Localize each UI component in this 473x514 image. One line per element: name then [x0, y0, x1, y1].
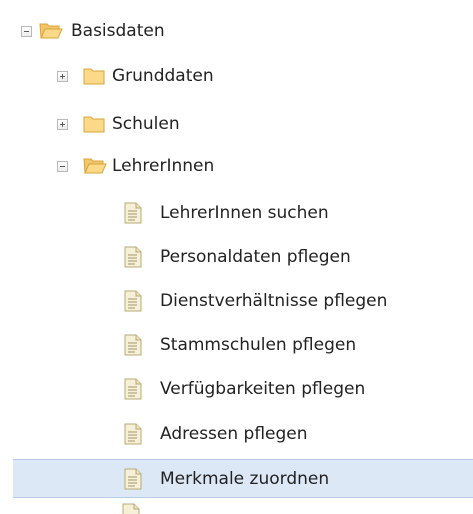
tree-leaf-lehrerinnen-suchen[interactable]: LehrerInnen suchen	[0, 193, 473, 234]
document-icon	[124, 202, 142, 224]
document-icon	[124, 423, 142, 445]
tree-leaf-label: Adressen pflegen	[160, 424, 308, 444]
tree-node-label: Basisdaten	[71, 21, 165, 41]
tree-leaf-label: Stammschulen pflegen	[160, 335, 357, 355]
tree-leaf-stammschulen-pflegen[interactable]: Stammschulen pflegen	[0, 325, 473, 366]
tree-node-basisdaten[interactable]: Basisdaten	[0, 11, 473, 52]
tree-node-schulen[interactable]: Schulen	[0, 104, 473, 145]
navigation-tree: Basisdaten Grunddaten Schulen LehrerInne…	[0, 0, 473, 514]
tree-leaf-label: Verfügbarkeiten pflegen	[160, 379, 366, 399]
tree-leaf-label: Personaldaten pflegen	[160, 247, 351, 267]
tree-node-label: Grunddaten	[112, 66, 214, 86]
expand-toggle-icon[interactable]	[57, 71, 68, 82]
tree-node-label: Schulen	[112, 114, 180, 134]
tree-node-label: LehrerInnen	[112, 156, 215, 176]
document-icon	[124, 468, 142, 490]
folder-closed-icon	[83, 68, 105, 85]
tree-leaf-merkmale-zuordnen[interactable]: Merkmale zuordnen	[13, 459, 473, 498]
tree-leaf-next-partial[interactable]	[122, 503, 144, 514]
document-icon	[122, 503, 140, 514]
tree-node-lehrerinnen[interactable]: LehrerInnen	[0, 146, 473, 187]
tree-leaf-label: Merkmale zuordnen	[160, 469, 330, 489]
collapse-toggle-icon[interactable]	[57, 161, 68, 172]
folder-open-icon	[39, 23, 63, 39]
document-icon	[124, 290, 142, 312]
folder-closed-icon	[83, 116, 105, 133]
expand-toggle-icon[interactable]	[57, 119, 68, 130]
document-icon	[124, 378, 142, 400]
document-icon	[124, 246, 142, 268]
tree-leaf-label: LehrerInnen suchen	[160, 203, 329, 223]
folder-open-icon	[83, 158, 107, 174]
tree-leaf-adressen-pflegen[interactable]: Adressen pflegen	[0, 414, 473, 455]
tree-leaf-verfuegbarkeiten-pflegen[interactable]: Verfügbarkeiten pflegen	[0, 369, 473, 410]
tree-leaf-personaldaten-pflegen[interactable]: Personaldaten pflegen	[0, 237, 473, 278]
tree-node-grunddaten[interactable]: Grunddaten	[0, 56, 473, 97]
collapse-toggle-icon[interactable]	[21, 26, 32, 37]
tree-leaf-dienstverhaeltnisse-pflegen[interactable]: Dienstverhältnisse pflegen	[0, 281, 473, 322]
document-icon	[124, 334, 142, 356]
tree-leaf-label: Dienstverhältnisse pflegen	[160, 291, 388, 311]
